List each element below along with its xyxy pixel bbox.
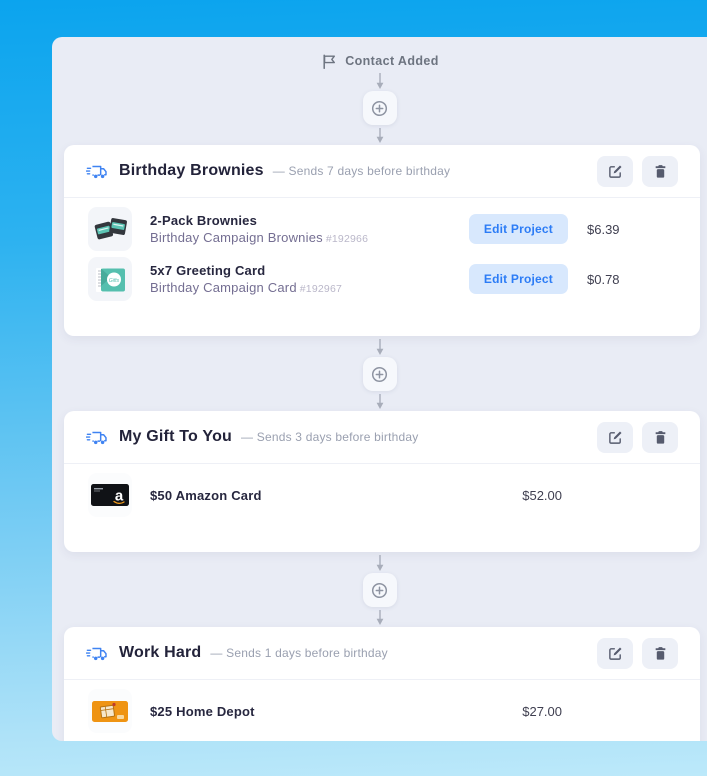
product-row: 2-Pack Brownies Birthday Campaign Browni… xyxy=(64,204,700,254)
card-subtitle: — Sends 7 days before birthday xyxy=(272,164,451,178)
connector-arrow-icon xyxy=(374,610,386,626)
product-row: Gifts 5x7 Greeting Card Birthday Campaig… xyxy=(64,254,700,304)
connector-arrow-icon xyxy=(374,394,386,410)
shipping-truck-icon xyxy=(85,429,108,446)
product-name: $25 Home Depot xyxy=(150,703,255,719)
product-name: $50 Amazon Card xyxy=(150,487,262,503)
amazon-gift-card-thumbnail: a xyxy=(88,473,132,517)
shipping-truck-icon xyxy=(85,645,108,662)
card-header: My Gift To You — Sends 3 days before bir… xyxy=(64,411,700,464)
product-id: #192966 xyxy=(325,233,369,245)
card-header: Work Hard — Sends 1 days before birthday xyxy=(64,627,700,680)
svg-text:Gifts: Gifts xyxy=(109,278,120,284)
shipping-truck-icon xyxy=(85,163,108,180)
circle-plus-icon xyxy=(371,100,388,117)
product-price: $27.00 xyxy=(522,703,562,719)
card-subtitle: — Sends 3 days before birthday xyxy=(241,430,419,444)
campaign-card: My Gift To You — Sends 3 days before bir… xyxy=(64,411,700,552)
edit-project-button[interactable]: Edit Project xyxy=(468,214,568,244)
campaign-flow-panel: Contact Added Birthday Brownies — Sends … xyxy=(52,37,707,741)
greeting-card-thumbnail: Gifts xyxy=(88,257,132,301)
product-price: $0.78 xyxy=(587,271,620,287)
edit-card-button[interactable] xyxy=(597,421,633,453)
pencil-square-icon xyxy=(608,646,623,661)
card-title: My Gift To You xyxy=(119,428,233,445)
trash-icon xyxy=(654,646,667,661)
edit-card-button[interactable] xyxy=(597,637,633,669)
product-id: #192967 xyxy=(299,283,343,295)
flag-icon xyxy=(320,53,337,70)
card-subtitle: — Sends 1 days before birthday xyxy=(210,646,388,660)
product-name: 2-Pack Brownies xyxy=(150,213,258,228)
connector-arrow-icon xyxy=(374,128,386,144)
app-background: { "trigger": { "label": "Contact Added" … xyxy=(0,0,707,776)
product-price: $52.00 xyxy=(522,487,562,503)
product-project: Birthday Campaign Brownies #192966 xyxy=(150,230,369,245)
pencil-square-icon xyxy=(608,164,623,179)
trash-icon xyxy=(654,430,667,445)
circle-plus-icon xyxy=(371,366,388,383)
trigger-label: Contact Added xyxy=(345,54,439,68)
home-depot-gift-card-thumbnail xyxy=(88,689,132,733)
campaign-card: Work Hard — Sends 1 days before birthday xyxy=(64,627,700,741)
svg-text:a: a xyxy=(115,488,124,505)
trash-icon xyxy=(654,164,667,179)
card-title: Work Hard xyxy=(119,644,202,661)
product-row: a $50 Amazon Card $52.00 xyxy=(64,470,700,520)
delete-card-button[interactable] xyxy=(642,421,678,453)
brownies-2pack-thumbnail xyxy=(88,207,132,251)
card-header: Birthday Brownies — Sends 7 days before … xyxy=(64,145,700,198)
connector-arrow-icon xyxy=(374,555,386,572)
connector-arrow-icon xyxy=(374,339,386,356)
product-price: $6.39 xyxy=(587,221,620,237)
card-title: Birthday Brownies xyxy=(119,162,264,179)
edit-project-button[interactable]: Edit Project xyxy=(468,264,568,294)
product-project: Birthday Campaign Card #192967 xyxy=(150,280,343,295)
campaign-flow: Contact Added Birthday Brownies — Sends … xyxy=(52,37,707,741)
campaign-card: Birthday Brownies — Sends 7 days before … xyxy=(64,145,700,336)
product-name: 5x7 Greeting Card xyxy=(150,263,266,278)
add-step-button[interactable] xyxy=(362,573,397,607)
add-step-button[interactable] xyxy=(362,91,397,125)
delete-card-button[interactable] xyxy=(642,155,678,187)
trigger-node: Contact Added xyxy=(320,52,439,70)
card-title-wrap: Work Hard — Sends 1 days before birthday xyxy=(119,644,388,662)
add-step-button[interactable] xyxy=(362,357,397,391)
edit-card-button[interactable] xyxy=(597,155,633,187)
card-title-wrap: Birthday Brownies — Sends 7 days before … xyxy=(119,162,450,180)
circle-plus-icon xyxy=(371,582,388,599)
card-title-wrap: My Gift To You — Sends 3 days before bir… xyxy=(119,428,418,446)
connector-arrow-icon xyxy=(374,73,386,90)
pencil-square-icon xyxy=(608,430,623,445)
delete-card-button[interactable] xyxy=(642,637,678,669)
product-row: $25 Home Depot $27.00 xyxy=(64,686,700,736)
